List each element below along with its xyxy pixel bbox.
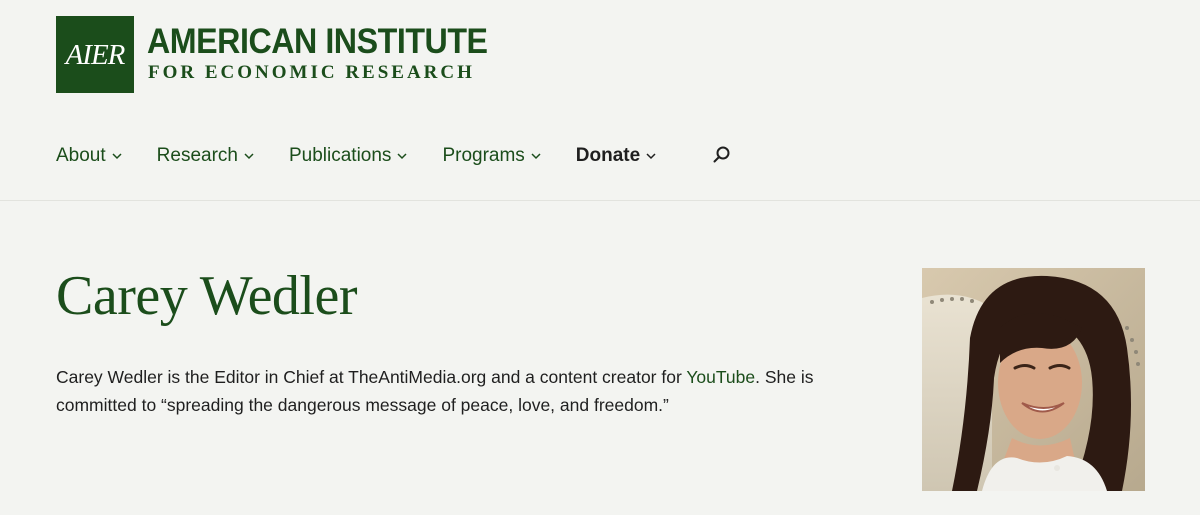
site-header: AIER AMERICAN INSTITUTE FOR ECONOMIC RES… xyxy=(0,0,1200,201)
nav-item-label: Research xyxy=(156,145,238,166)
author-bio: Carey Wedler is the Editor in Chief at T… xyxy=(56,363,856,419)
nav-item-label: Publications xyxy=(288,145,392,166)
nav-item-about[interactable]: About xyxy=(56,145,122,167)
nav-item-programs[interactable]: Programs xyxy=(442,145,541,167)
nav-item-donate[interactable]: Donate xyxy=(576,145,656,167)
youtube-link[interactable]: YouTube xyxy=(686,367,755,387)
org-tagline: FOR ECONOMIC RESEARCH xyxy=(148,62,475,83)
nav-item-label: Programs xyxy=(442,145,525,166)
nav-item-publications[interactable]: Publications xyxy=(289,145,407,167)
author-name: Carey Wedler xyxy=(56,265,358,327)
chevron-down-icon xyxy=(244,153,254,160)
nav-item-label: About xyxy=(56,145,106,166)
search-button[interactable] xyxy=(712,145,732,165)
logo-mark: AIER xyxy=(56,16,134,93)
nav-item-research[interactable]: Research xyxy=(157,145,254,167)
chevron-down-icon xyxy=(646,153,656,160)
author-photo xyxy=(922,268,1145,491)
main-nav: About Research Publications Programs Don… xyxy=(56,143,691,169)
site-logo[interactable]: AIER AMERICAN INSTITUTE FOR ECONOMIC RES… xyxy=(56,16,488,94)
org-name: AMERICAN INSTITUTE xyxy=(147,22,488,61)
search-icon xyxy=(713,146,730,163)
author-portrait-image xyxy=(922,268,1145,491)
chevron-down-icon xyxy=(531,153,541,160)
bio-text: Carey Wedler is the Editor in Chief at T… xyxy=(56,367,687,387)
chevron-down-icon xyxy=(397,153,407,160)
nav-item-label: Donate xyxy=(575,145,641,166)
chevron-down-icon xyxy=(112,153,122,160)
logo-mark-text: AIER xyxy=(65,39,126,71)
